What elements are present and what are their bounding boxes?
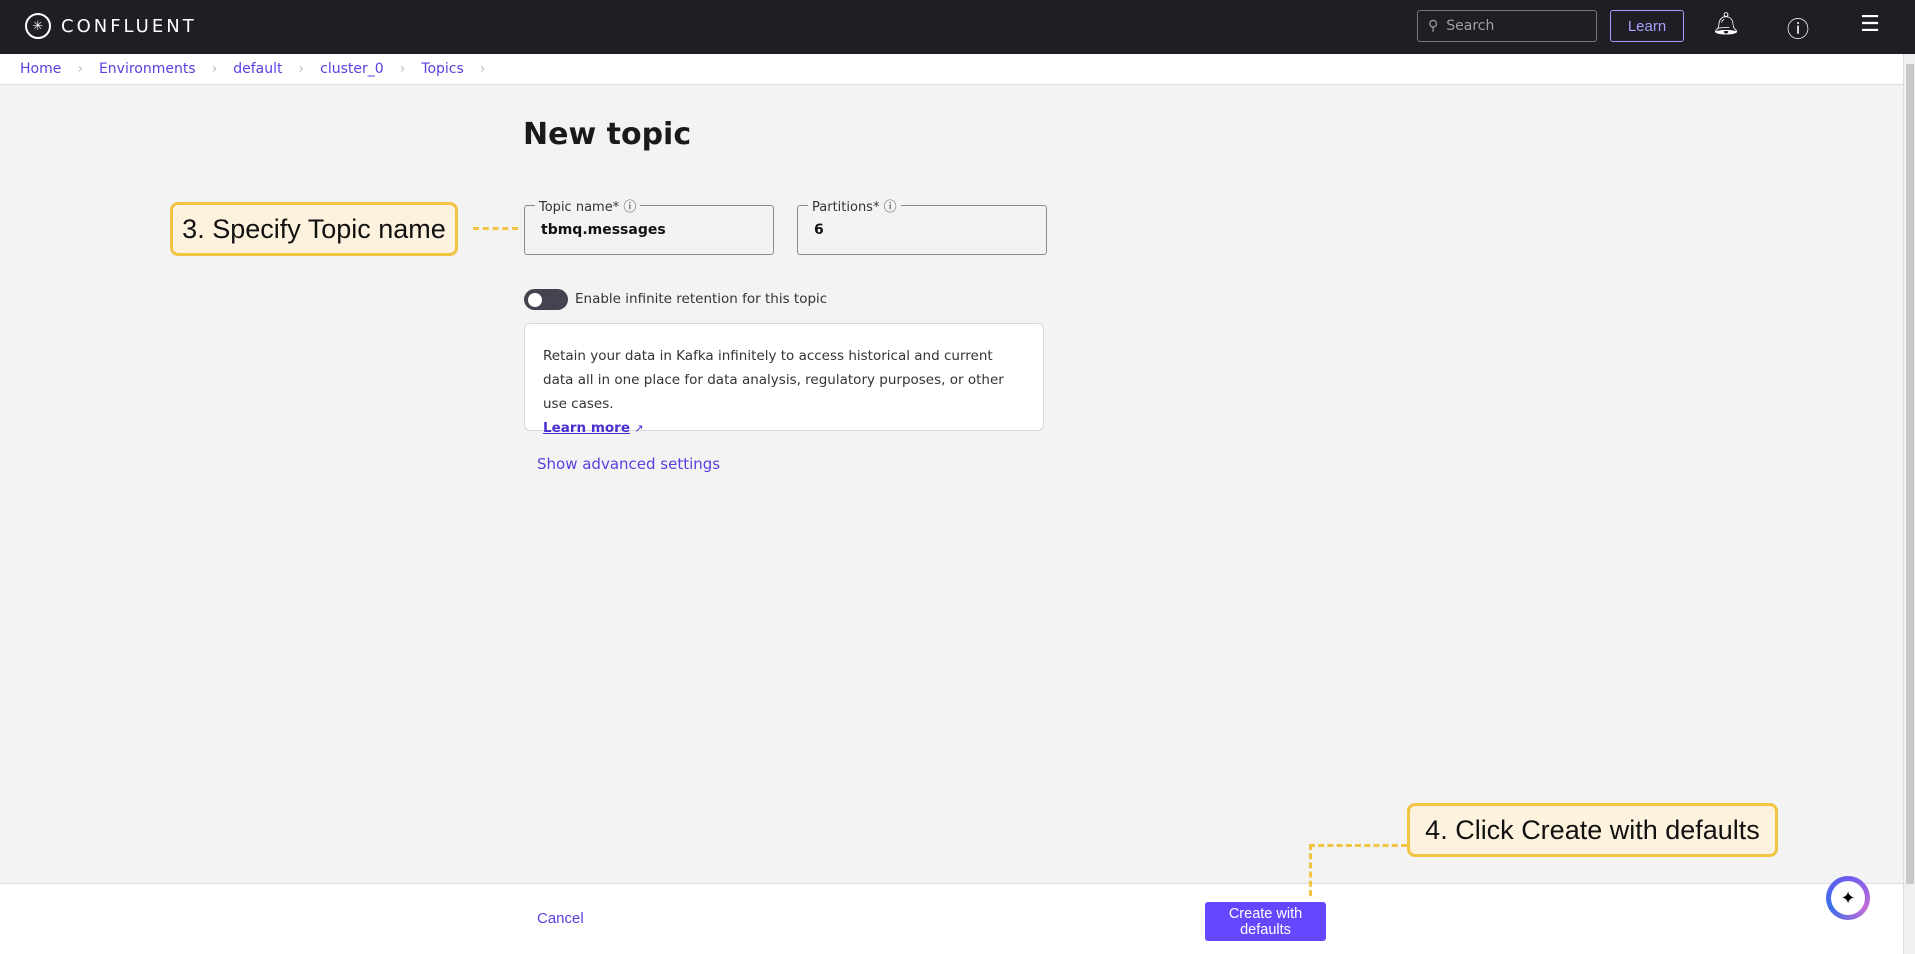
search-input[interactable]: ⚲ Search — [1417, 10, 1597, 42]
topic-name-label: Topic name* — [539, 200, 620, 215]
chevron-right-icon: › — [399, 61, 406, 77]
partitions-value: 6 — [814, 222, 824, 238]
annotation-step3: 3. Specify Topic name — [170, 202, 458, 256]
show-advanced-settings-link[interactable]: Show advanced settings — [537, 455, 720, 473]
retention-info-text: Retain your data in Kafka infinitely to … — [543, 348, 1004, 412]
scrollbar-thumb[interactable] — [1906, 64, 1914, 884]
confluent-logo-icon: ✳ — [25, 13, 51, 39]
breadcrumb-topics[interactable]: Topics — [421, 61, 464, 77]
help-icon[interactable]: ⓘ — [1783, 12, 1813, 44]
chevron-right-icon: › — [479, 61, 486, 77]
info-icon[interactable]: ⓘ — [623, 200, 636, 215]
scrollbar[interactable] — [1903, 54, 1915, 954]
partitions-label: Partitions* — [812, 200, 880, 215]
learn-button[interactable]: Learn — [1610, 10, 1684, 42]
annotation-connector — [1309, 844, 1312, 896]
annotation-connector — [473, 227, 518, 230]
sparkle-icon: ✦ — [1831, 881, 1865, 915]
create-with-defaults-button[interactable]: Create with defaults — [1205, 902, 1326, 941]
chevron-right-icon: › — [298, 61, 305, 77]
external-link-icon: ↗ — [634, 422, 644, 435]
annotation-connector — [1309, 844, 1407, 847]
learn-more-link[interactable]: Learn more — [543, 420, 630, 436]
breadcrumb-cluster[interactable]: cluster_0 — [320, 61, 384, 77]
topic-name-field[interactable]: Topic name* ⓘ tbmq.messages — [524, 196, 774, 255]
infinite-retention-label: Enable infinite retention for this topic — [575, 291, 828, 307]
breadcrumb: Home › Environments › default › cluster_0 › … — [0, 54, 1903, 85]
breadcrumb-home[interactable]: Home — [20, 61, 61, 77]
footer-bar — [0, 883, 1903, 954]
search-icon: ⚲ — [1428, 18, 1439, 34]
cancel-button[interactable]: Cancel — [537, 910, 584, 927]
info-icon[interactable]: ⓘ — [884, 200, 897, 215]
retention-info-box: Retain your data in Kafka infinitely to … — [524, 323, 1044, 436]
page-title: New topic — [523, 117, 692, 152]
breadcrumb-default[interactable]: default — [233, 61, 282, 77]
partitions-field[interactable]: Partitions* ⓘ 6 — [797, 196, 1047, 255]
annotation-step4: 4. Click Create with defaults — [1407, 803, 1778, 857]
bell-icon[interactable]: 🔔︎ — [1711, 12, 1741, 37]
chevron-right-icon: › — [77, 61, 83, 77]
confluent-logo[interactable]: ✳ CONFLUENT — [25, 13, 197, 39]
topic-name-value: tbmq.messages — [541, 222, 666, 238]
menu-icon[interactable]: ☰ — [1855, 12, 1885, 37]
top-nav: ✳ CONFLUENT ⚲ Search Learn 🔔︎ ⓘ ☰ — [0, 0, 1915, 54]
infinite-retention-toggle[interactable] — [524, 289, 568, 310]
ai-assistant-button[interactable]: ✦ — [1826, 876, 1870, 920]
breadcrumb-environments[interactable]: Environments — [99, 61, 196, 77]
chevron-right-icon: › — [211, 61, 218, 77]
